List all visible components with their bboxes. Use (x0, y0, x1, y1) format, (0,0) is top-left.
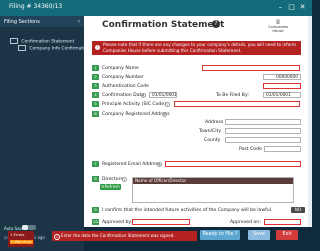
field-number: 5 (92, 101, 99, 107)
to-be-filed-label: To Be Filed By: (216, 93, 249, 98)
sidebar: Filing Sections ‹ Confirmation Statement… (0, 16, 90, 251)
page-header: Confirmation Statement ? ♛ Companies Hou… (92, 18, 304, 33)
principal-activity-label: Principle Activity (SIC Code) (102, 102, 166, 107)
email-label: Registered Email Address (102, 162, 161, 167)
field-number: 4 (92, 92, 99, 98)
notice-banner: ! Please note that if there are any chan… (92, 41, 301, 55)
info-icon[interactable]: i (165, 102, 170, 107)
warning-count: 0 Warnings (10, 240, 33, 244)
folder-icon (10, 38, 18, 44)
county-input[interactable] (225, 137, 301, 143)
field-number: 8 (92, 176, 99, 182)
auto-save-toggle[interactable] (22, 225, 36, 230)
directors-table: Name of Officer/Director (132, 177, 294, 203)
window-titlebar: Filing # 34360/13 – □ ✕ (0, 0, 312, 16)
company-number-input[interactable]: 00000000 (263, 74, 301, 80)
chevron-left-icon[interactable]: ‹ (78, 18, 80, 25)
error-message-text: Enter the date the Confirmation Statemen… (61, 233, 175, 238)
ready-to-file-button[interactable]: Ready to File ? (200, 230, 240, 240)
to-be-filed-input[interactable]: 01/01/0001 (263, 92, 301, 98)
sidebar-item-company-info[interactable]: Company Info Confirmation (18, 45, 90, 52)
town-input[interactable] (225, 128, 301, 134)
error-count: 1 Errors (10, 233, 25, 237)
notice-text: Please note that if there are any change… (103, 42, 296, 53)
field-number: 2 (92, 74, 99, 80)
sidebar-title: Filing Sections (4, 19, 40, 25)
minimize-icon[interactable]: – (276, 3, 285, 12)
principal-activity-input[interactable] (174, 101, 300, 107)
field-number: 1 (92, 65, 99, 71)
scrollbar[interactable] (308, 16, 312, 242)
approved-on-label: Approved on: (230, 220, 261, 225)
confirmation-date-input[interactable]: 01/01/0001 (149, 92, 177, 98)
auth-code-label: Authentication Code (102, 84, 149, 89)
field-number: 6 (92, 111, 99, 117)
registered-address-label: Company Registered Address (102, 112, 170, 117)
address-input[interactable] (225, 119, 301, 125)
field-number: 10 (92, 219, 99, 225)
info-icon: ! (95, 45, 100, 50)
postcode-input[interactable] (264, 146, 301, 152)
confirmation-date-label: Confirmation Date (102, 93, 145, 98)
town-label: Town/City (199, 129, 222, 134)
refresh-button[interactable]: ⟳Refresh (100, 184, 121, 190)
refresh-label: Refresh (104, 184, 120, 189)
main-content: Confirmation Statement ? ♛ Companies Hou… (84, 16, 312, 242)
crest-label: Companies House (268, 25, 289, 33)
validation-summary[interactable]: 1 Errors 0 Warnings (8, 231, 34, 247)
exit-button[interactable]: Exit (276, 230, 298, 240)
close-icon[interactable]: × (54, 234, 60, 240)
help-icon: ? (234, 232, 238, 237)
email-input[interactable] (165, 161, 301, 167)
window: Filing # 34360/13 – □ ✕ Filing Sections … (0, 0, 312, 251)
directors-label: Directors (102, 177, 123, 182)
address-label: Address (205, 120, 224, 125)
toggle-label: NO (294, 207, 302, 212)
lawful-toggle[interactable]: NO (291, 207, 305, 213)
approved-on-input[interactable] (264, 219, 301, 225)
info-icon[interactable]: i (122, 177, 127, 182)
help-icon[interactable]: ? (212, 20, 220, 28)
companies-house-logo: ♛ Companies House (268, 19, 288, 33)
maximize-icon[interactable]: □ (287, 3, 296, 12)
toggle-knob (22, 225, 28, 230)
approved-by-input[interactable] (132, 219, 190, 225)
close-icon[interactable]: ✕ (298, 3, 307, 12)
field-number: 9 (92, 207, 99, 213)
company-name-label: Company Name (102, 66, 139, 71)
company-name-input[interactable] (202, 65, 300, 71)
sidebar-item-label: Company Info Confirmation (29, 46, 90, 52)
sidebar-item-label: Confirmation Statement (21, 39, 75, 45)
page-title: Confirmation Statement (102, 20, 225, 30)
info-icon[interactable]: i (141, 93, 146, 98)
field-number: 3 (92, 83, 99, 89)
error-message: × Enter the date the Confirmation Statem… (52, 231, 197, 241)
window-title: Filing # 34360/13 (9, 3, 63, 10)
save-button[interactable]: Save (248, 230, 270, 240)
field-number: 7 (92, 161, 99, 167)
approved-by-label: Approved by: (102, 220, 133, 225)
sidebar-header: Filing Sections ‹ (0, 16, 84, 27)
directors-table-header: Name of Officer/Director (133, 178, 293, 184)
info-icon[interactable]: i (157, 162, 162, 167)
auth-code-input[interactable] (263, 83, 301, 89)
company-number-label: Company Number (102, 75, 144, 80)
info-icon[interactable]: i (162, 112, 167, 117)
county-label: County (204, 138, 221, 143)
sidebar-item-confirmation-statement[interactable]: Confirmation Statement (10, 38, 74, 45)
lawful-confirmation-label: I confirm that the intended future activ… (102, 208, 273, 213)
ready-label: Ready to File (202, 232, 234, 237)
postcode-label: Post Code (239, 147, 262, 152)
document-icon (18, 45, 26, 51)
